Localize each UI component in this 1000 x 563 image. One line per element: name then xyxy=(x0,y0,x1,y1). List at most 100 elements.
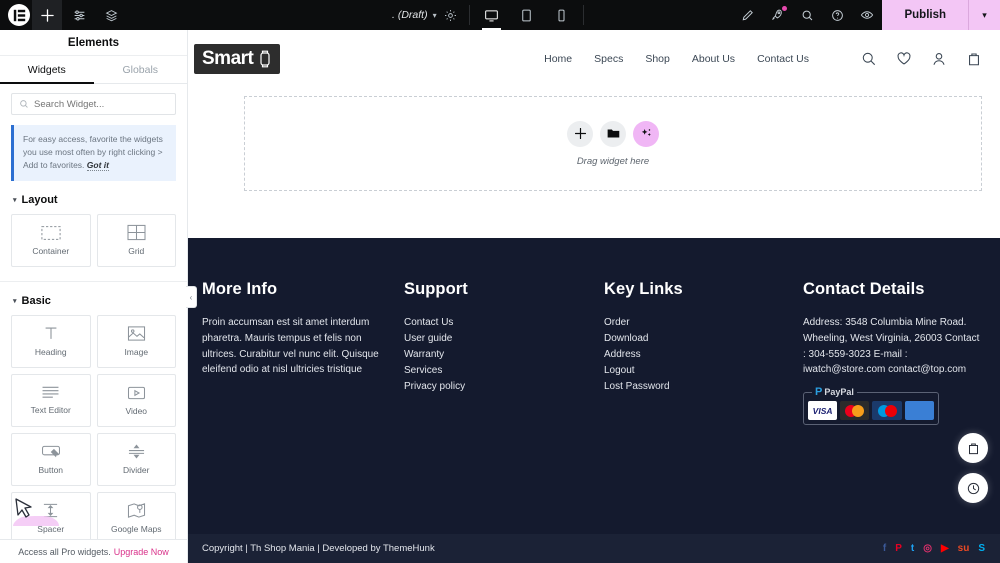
widget-spacer[interactable]: Spacer xyxy=(11,491,91,539)
youtube-icon[interactable]: ▶ xyxy=(941,543,949,554)
elementor-logo-icon[interactable] xyxy=(8,4,30,26)
wishlist-heart-icon[interactable] xyxy=(896,51,912,67)
account-user-icon[interactable] xyxy=(931,51,947,67)
footer-column-support: Support Contact Us User guide Warranty S… xyxy=(404,280,604,425)
publish-button[interactable]: Publish xyxy=(882,0,968,30)
list-item[interactable]: Warranty xyxy=(404,347,604,363)
site-settings-button[interactable] xyxy=(64,0,94,30)
ai-builder-sparkle-ai-icon[interactable] xyxy=(633,120,659,147)
search-widget-box[interactable] xyxy=(11,93,176,115)
responsive-mode-group xyxy=(474,0,579,30)
floating-recent-button[interactable] xyxy=(958,473,988,503)
preview-eye-icon[interactable] xyxy=(852,0,882,30)
footer-heading: Key Links xyxy=(603,280,683,298)
nav-item-specs[interactable]: Specs xyxy=(594,53,623,65)
divider-icon xyxy=(128,444,144,459)
widget-container[interactable]: Container xyxy=(11,213,91,267)
search-input[interactable] xyxy=(34,98,168,110)
topbar-right-group: Publish ▾ xyxy=(732,0,1000,30)
topbar-center-group: . (Draft) ▾ xyxy=(392,0,588,30)
widget-label: Grid xyxy=(128,246,145,257)
copyright-text: Copyright | Th Shop Mania | Developed by… xyxy=(202,543,435,554)
panel-collapse-chevron-left-icon[interactable]: ‹ xyxy=(186,286,197,308)
upgrade-now-link[interactable]: Upgrade Now xyxy=(114,547,169,557)
structure-layers-button[interactable] xyxy=(96,0,126,30)
floating-cart-button[interactable] xyxy=(958,433,988,463)
section-header-layout[interactable]: ▾ Layout xyxy=(0,181,187,214)
paypal-label-text: PayPal xyxy=(824,387,854,398)
panel-tabs: Widgets Globals xyxy=(0,56,187,84)
pinterest-icon[interactable]: P xyxy=(895,543,902,554)
list-item[interactable]: Order xyxy=(604,315,803,331)
template-library-folder-icon[interactable] xyxy=(600,120,626,147)
list-item[interactable]: Address xyxy=(604,347,803,363)
tab-widgets[interactable]: Widgets xyxy=(0,56,94,84)
site-footer: More Info Proin accumsan est sit amet in… xyxy=(188,238,1000,563)
widget-label: Text Editor xyxy=(30,405,71,416)
responsive-desktop-button[interactable] xyxy=(474,0,509,30)
widget-divider[interactable]: Divider xyxy=(96,432,176,486)
paypal-badge: P PayPal xyxy=(811,386,857,399)
caret-icon: ▾ xyxy=(13,297,17,305)
caret-icon: ▾ xyxy=(13,196,17,204)
widget-google-maps[interactable]: Google Maps xyxy=(96,491,176,539)
section-header-basic[interactable]: ▾ Basic xyxy=(0,282,187,315)
add-element-button[interactable] xyxy=(567,120,593,147)
widget-grid-layout: Container Grid xyxy=(0,213,187,267)
skype-icon[interactable]: S xyxy=(978,543,985,554)
search-icon[interactable] xyxy=(861,51,877,67)
nav-item-contact-us[interactable]: Contact Us xyxy=(757,53,809,65)
publish-options-chevron-icon[interactable]: ▾ xyxy=(968,0,1000,30)
smartwatch-icon xyxy=(254,46,276,72)
widget-button[interactable]: Button xyxy=(11,432,91,486)
social-links: f P t ◎ ▶ su S xyxy=(883,543,985,554)
page-preview-canvas: Smart Home Specs Shop About Us Contact U… xyxy=(188,30,1000,563)
page-settings-gear-icon[interactable] xyxy=(437,0,465,30)
nav-item-about-us[interactable]: About Us xyxy=(692,53,735,65)
empty-section-dropzone[interactable]: Drag widget here xyxy=(244,96,982,191)
widget-video[interactable]: Video xyxy=(96,373,176,427)
widget-grid[interactable]: Grid xyxy=(96,213,176,267)
nav-item-home[interactable]: Home xyxy=(544,53,572,65)
facebook-icon[interactable]: f xyxy=(883,543,886,554)
edit-pen-icon[interactable] xyxy=(732,0,762,30)
site-logo[interactable]: Smart xyxy=(194,44,281,74)
widget-grid-basic: Heading Image Text Editor Video Button D… xyxy=(0,314,187,539)
list-item[interactable]: Services xyxy=(404,363,604,379)
image-icon xyxy=(127,326,145,341)
button-icon xyxy=(41,445,60,457)
list-item[interactable]: User guide xyxy=(404,331,604,347)
heading-t-icon xyxy=(45,327,57,339)
widget-label: Video xyxy=(125,405,148,416)
list-item[interactable]: Download xyxy=(604,331,803,347)
footer-heading: Contact Details xyxy=(802,280,925,298)
responsive-tablet-button[interactable] xyxy=(509,0,544,30)
widgets-scroll-area[interactable]: ▾ Layout Container Grid ▾ Basic Heading … xyxy=(0,181,187,539)
list-item[interactable]: Privacy policy xyxy=(404,379,604,395)
list-item[interactable]: Lost Password xyxy=(604,379,803,395)
footer-heading: Support xyxy=(403,280,468,298)
footer-bottom-bar: Copyright | Th Shop Mania | Developed by… xyxy=(188,534,1000,563)
stumbleupon-icon[interactable]: su xyxy=(958,543,970,554)
widget-text-editor[interactable]: Text Editor xyxy=(11,373,91,427)
footer-body-text: Address: 3548 Columbia Mine Road. Wheeli… xyxy=(802,317,980,376)
cart-bag-icon[interactable] xyxy=(966,51,982,67)
widget-label: Divider xyxy=(123,465,150,476)
twitter-icon[interactable]: t xyxy=(911,543,914,554)
help-icon[interactable] xyxy=(822,0,852,30)
widget-image[interactable]: Image xyxy=(96,314,176,368)
favorites-notice-action[interactable]: Got it xyxy=(86,160,109,172)
tab-globals[interactable]: Globals xyxy=(94,56,188,83)
widget-heading[interactable]: Heading xyxy=(11,314,91,368)
finder-search-icon[interactable] xyxy=(792,0,822,30)
list-item[interactable]: Logout xyxy=(604,363,803,379)
site-header-icons xyxy=(861,51,982,67)
document-status[interactable]: . (Draft) ▾ xyxy=(392,9,437,21)
nav-item-shop[interactable]: Shop xyxy=(645,53,670,65)
list-item[interactable]: Contact Us xyxy=(404,315,604,331)
navigator-rocket-icon[interactable] xyxy=(762,0,792,30)
instagram-icon[interactable]: ◎ xyxy=(923,543,932,554)
footer-link-list: Contact Us User guide Warranty Services … xyxy=(404,315,604,395)
add-element-topbar-button[interactable] xyxy=(32,0,62,30)
responsive-mobile-button[interactable] xyxy=(544,0,579,30)
